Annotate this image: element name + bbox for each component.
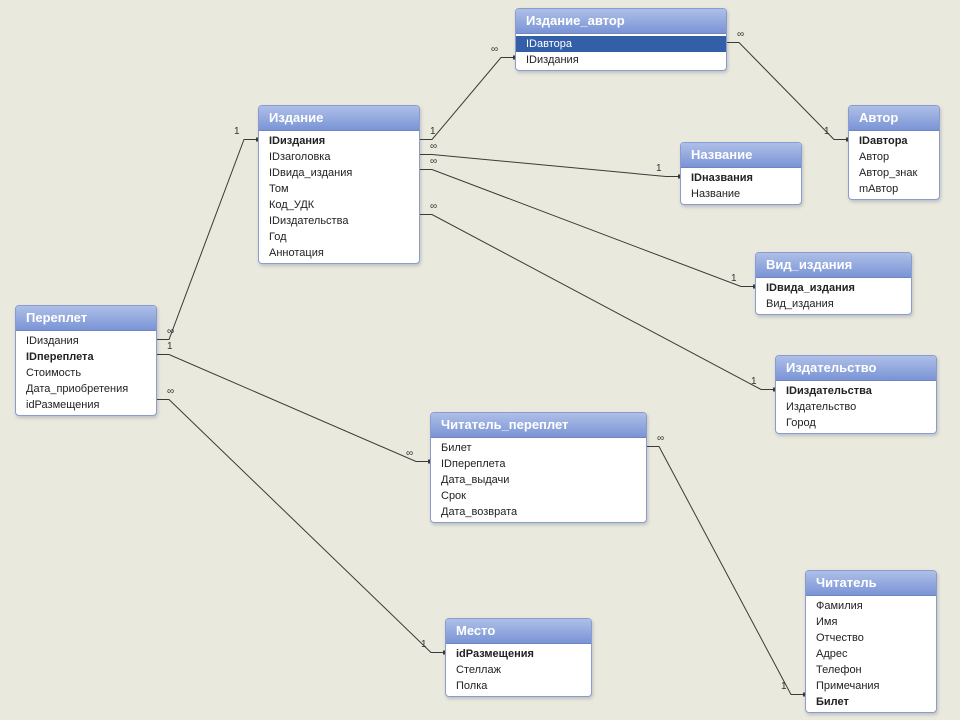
field-avtor-0[interactable]: IDавтора xyxy=(849,133,939,149)
cardinality-label: 1 xyxy=(430,126,436,137)
field-avtor-1[interactable]: Автор xyxy=(849,149,939,165)
table-header[interactable]: Вид_издания xyxy=(756,253,911,278)
field-chitatel-6[interactable]: Билет xyxy=(806,694,936,710)
field-izdanie_avtor-1[interactable]: IDиздания xyxy=(516,52,726,68)
relationship-line xyxy=(418,215,775,390)
field-nazvanie-0[interactable]: IDназвания xyxy=(681,170,801,186)
field-chitatel-1[interactable]: Имя xyxy=(806,614,936,630)
relationship-line xyxy=(155,400,445,653)
relationship-line xyxy=(418,58,515,140)
table-chit_pereplet[interactable]: Читатель_переплет БилетIDпереплетаДата_вы… xyxy=(430,412,647,523)
cardinality-label: ∞ xyxy=(491,44,498,55)
field-chitatel-2[interactable]: Отчество xyxy=(806,630,936,646)
cardinality-label: ∞ xyxy=(430,156,437,167)
field-pereplet-0[interactable]: IDиздания xyxy=(16,333,156,349)
field-izdanie-7[interactable]: Аннотация xyxy=(259,245,419,261)
field-izdatelstvo-0[interactable]: IDиздательства xyxy=(776,383,936,399)
cardinality-label: 1 xyxy=(234,126,240,137)
cardinality-label: 1 xyxy=(731,273,737,284)
relationship-line xyxy=(155,355,430,462)
field-pereplet-3[interactable]: Дата_приобретения xyxy=(16,381,156,397)
table-izdanie_avtor[interactable]: Издание_автор IDавтораIDиздания xyxy=(515,8,727,71)
cardinality-label: 1 xyxy=(167,341,173,352)
field-mesto-2[interactable]: Полка xyxy=(446,678,591,694)
field-izdanie-1[interactable]: IDзаголовка xyxy=(259,149,419,165)
table-izdanie[interactable]: Издание IDизданияIDзаголовкаIDвида_издани… xyxy=(258,105,420,264)
table-header[interactable]: Название xyxy=(681,143,801,168)
relationship-line xyxy=(725,43,848,140)
relationship-line xyxy=(155,140,258,340)
relationship-line xyxy=(418,155,680,177)
table-chitatel[interactable]: Читатель ФамилияИмяОтчествоАдресТелефонПр… xyxy=(805,570,937,713)
field-izdatelstvo-1[interactable]: Издательство xyxy=(776,399,936,415)
field-chit_pereplet-2[interactable]: Дата_выдачи xyxy=(431,472,646,488)
field-izdanie-3[interactable]: Том xyxy=(259,181,419,197)
cardinality-label: 1 xyxy=(781,681,787,692)
table-header[interactable]: Читатель_переплет xyxy=(431,413,646,438)
cardinality-label: ∞ xyxy=(167,386,174,397)
field-vid-1[interactable]: Вид_издания xyxy=(756,296,911,312)
table-header[interactable]: Читатель xyxy=(806,571,936,596)
field-chit_pereplet-3[interactable]: Срок xyxy=(431,488,646,504)
field-chitatel-4[interactable]: Телефон xyxy=(806,662,936,678)
field-mesto-1[interactable]: Стеллаж xyxy=(446,662,591,678)
field-chit_pereplet-4[interactable]: Дата_возврата xyxy=(431,504,646,520)
cardinality-label: ∞ xyxy=(406,448,413,459)
field-chitatel-5[interactable]: Примечания xyxy=(806,678,936,694)
field-izdanie-5[interactable]: IDиздательства xyxy=(259,213,419,229)
table-header[interactable]: Издание_автор xyxy=(516,9,726,34)
field-nazvanie-1[interactable]: Название xyxy=(681,186,801,202)
table-nazvanie[interactable]: НазваниеIDназванияНазвание xyxy=(680,142,802,205)
table-header[interactable]: Переплет xyxy=(16,306,156,331)
field-izdanie_avtor-0[interactable]: IDавтора xyxy=(516,36,726,52)
table-izdatelstvo[interactable]: ИздательствоIDиздательстваИздательствоГо… xyxy=(775,355,937,434)
field-mesto-0[interactable]: idРазмещения xyxy=(446,646,591,662)
field-izdatelstvo-2[interactable]: Город xyxy=(776,415,936,431)
table-header[interactable]: Издание xyxy=(259,106,419,131)
field-chitatel-3[interactable]: Адрес xyxy=(806,646,936,662)
cardinality-label: ∞ xyxy=(167,326,174,337)
field-avtor-3[interactable]: mАвтор xyxy=(849,181,939,197)
table-pereplet[interactable]: Переплет IDизданияIDпереплетаСтоимостьДат… xyxy=(15,305,157,416)
cardinality-label: ∞ xyxy=(657,433,664,444)
field-pereplet-2[interactable]: Стоимость xyxy=(16,365,156,381)
field-chit_pereplet-1[interactable]: IDпереплета xyxy=(431,456,646,472)
table-header[interactable]: Место xyxy=(446,619,591,644)
field-izdanie-2[interactable]: IDвида_издания xyxy=(259,165,419,181)
field-chit_pereplet-0[interactable]: Билет xyxy=(431,440,646,456)
er-diagram-canvas[interactable]: ПереплетIDизданияIDпереплетаСтоимостьДат… xyxy=(0,0,960,720)
table-mesto[interactable]: Место idРазмещенияСтеллажПолка xyxy=(445,618,592,697)
field-vid-0[interactable]: IDвида_издания xyxy=(756,280,911,296)
cardinality-label: ∞ xyxy=(430,201,437,212)
cardinality-label: ∞ xyxy=(430,141,437,152)
cardinality-label: ∞ xyxy=(737,29,744,40)
table-header[interactable]: Автор xyxy=(849,106,939,131)
field-chitatel-0[interactable]: Фамилия xyxy=(806,598,936,614)
cardinality-label: 1 xyxy=(421,639,427,650)
field-avtor-2[interactable]: Автор_знак xyxy=(849,165,939,181)
relationship-line xyxy=(645,447,805,695)
cardinality-label: 1 xyxy=(824,126,830,137)
field-pereplet-4[interactable]: idРазмещения xyxy=(16,397,156,413)
field-izdanie-0[interactable]: IDиздания xyxy=(259,133,419,149)
table-vid[interactable]: Вид_изданияIDвида_изданияВид_издания xyxy=(755,252,912,315)
cardinality-label: 1 xyxy=(751,376,757,387)
table-avtor[interactable]: АвторIDавтораАвторАвтор_знакmАвтор xyxy=(848,105,940,200)
field-izdanie-4[interactable]: Код_УДК xyxy=(259,197,419,213)
field-izdanie-6[interactable]: Год xyxy=(259,229,419,245)
cardinality-label: 1 xyxy=(656,163,662,174)
field-pereplet-1[interactable]: IDпереплета xyxy=(16,349,156,365)
table-header[interactable]: Издательство xyxy=(776,356,936,381)
